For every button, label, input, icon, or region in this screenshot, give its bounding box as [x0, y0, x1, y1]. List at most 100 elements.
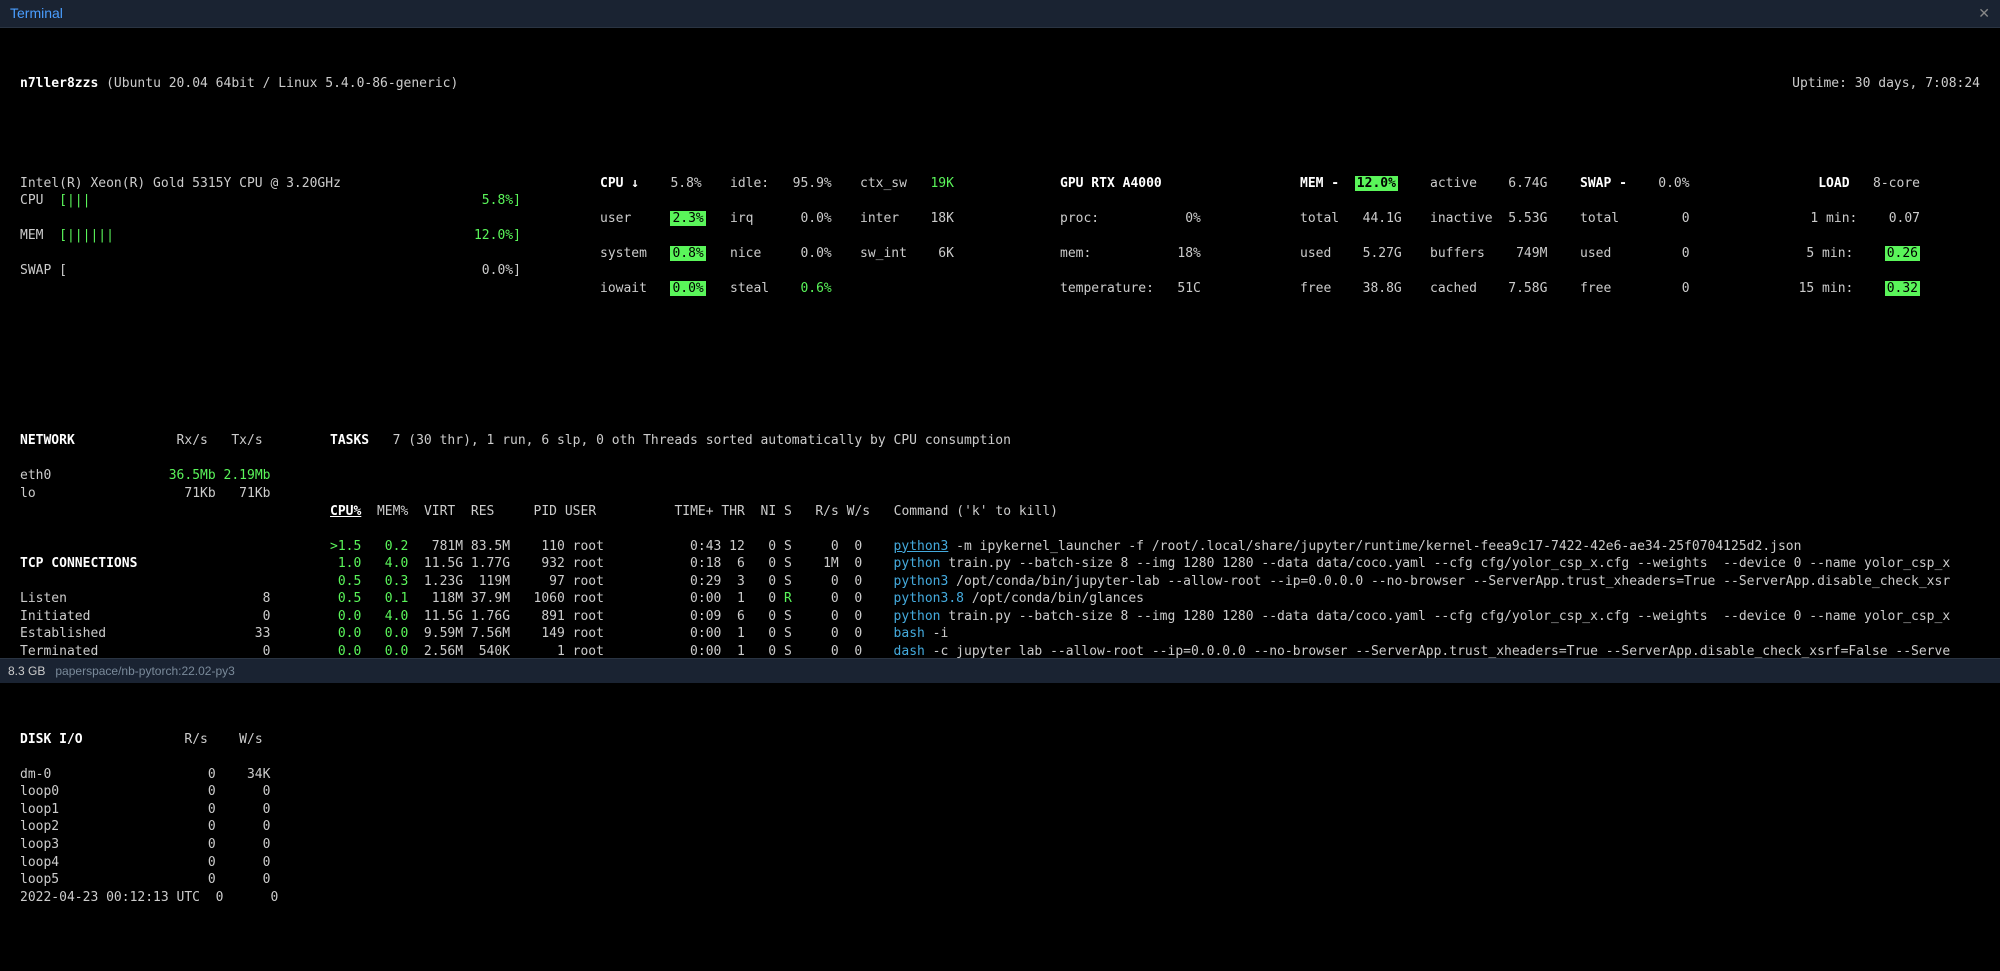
disk-r-h: R/s — [184, 732, 207, 747]
disk-w-h: W/s — [239, 732, 262, 747]
steal-v: 0.6% — [800, 281, 831, 296]
cpu-bar-val: 5.8%] — [482, 193, 521, 208]
swap-total-v: 0 — [1682, 211, 1690, 226]
col-time[interactable]: TIME+ — [674, 504, 713, 519]
load-header: LOAD — [1818, 176, 1849, 191]
col-res[interactable]: RES — [471, 504, 494, 519]
swap-free-v: 0 — [1682, 281, 1690, 296]
disk-row: loop2 0 0 — [20, 818, 330, 836]
swap-pct: 0.0% — [1658, 176, 1689, 191]
col-ws[interactable]: W/s — [847, 504, 870, 519]
hostname: n7ller8zzs — [20, 76, 98, 91]
status-size: 8.3 GB — [8, 664, 45, 678]
system-l: system — [600, 246, 647, 261]
nice-l: nice — [730, 246, 761, 261]
tcp-row: Listen 8 — [20, 590, 330, 608]
mem-total-v: 44.1G — [1363, 211, 1402, 226]
mem-cached-v: 7.58G — [1508, 281, 1547, 296]
gpu-mem-v: 18% — [1177, 246, 1200, 261]
col-user[interactable]: USER — [565, 504, 596, 519]
swint-l: sw_int — [860, 246, 907, 261]
network-row: eth0 36.5Mb 2.19Mb — [20, 467, 330, 485]
gpu-proc-l: proc: — [1060, 211, 1099, 226]
swint-v: 6K — [938, 246, 954, 261]
terminal-titlebar: Terminal ✕ — [0, 0, 2000, 28]
load-1-v: 0.07 — [1889, 211, 1920, 226]
idle-v: 95.9% — [793, 176, 832, 191]
tasks-header: TASKS — [330, 433, 369, 448]
swap-bar-label: SWAP — [20, 263, 51, 278]
task-row[interactable]: 0.5 0.3 1.23G 119M 97 root 0:29 3 0 S 0 … — [330, 573, 1970, 591]
nice-v: 0.0% — [800, 246, 831, 261]
swap-header: SWAP - — [1580, 176, 1627, 191]
swap-bar: [ — [59, 263, 67, 278]
inter-l: inter — [860, 211, 899, 226]
mem-header: MEM - — [1300, 176, 1339, 191]
host-desc: (Ubuntu 20.04 64bit / Linux 5.4.0-86-gen… — [106, 76, 458, 91]
disk-row: loop1 0 0 — [20, 801, 330, 819]
swap-used-l: used — [1580, 246, 1611, 261]
ctx-v: 19K — [930, 176, 953, 191]
mem-buffers-v: 749M — [1516, 246, 1547, 261]
col-rs[interactable]: R/s — [815, 504, 838, 519]
col-mem[interactable]: MEM% — [377, 504, 408, 519]
cpu-header: CPU ↓ — [600, 176, 639, 191]
disk-row: dm-0 0 34K — [20, 766, 330, 784]
mem-active-v: 6.74G — [1508, 176, 1547, 191]
task-row[interactable]: 0.0 0.0 9.59M 7.56M 149 root 0:00 1 0 S … — [330, 625, 1970, 643]
terminal-body[interactable]: n7ller8zzs (Ubuntu 20.04 64bit / Linux 5… — [0, 28, 2000, 971]
disk-row: loop5 0 0 — [20, 871, 330, 889]
network-row: lo 71Kb 71Kb — [20, 485, 330, 503]
status-bar: 8.3 GB paperspace/nb-pytorch:22.02-py3 — [0, 658, 2000, 683]
col-cpu[interactable]: CPU% — [330, 504, 361, 519]
disk-row: loop0 0 0 — [20, 783, 330, 801]
tx-h: Tx/s — [231, 433, 262, 448]
gpu-temp-l: temperature: — [1060, 281, 1154, 296]
tasks-summary: 7 (30 thr), 1 run, 6 slp, 0 oth Threads … — [393, 433, 1011, 448]
col-pid[interactable]: PID — [534, 504, 557, 519]
gpu-proc-v: 0% — [1185, 211, 1201, 226]
col-s[interactable]: S — [784, 504, 792, 519]
task-row[interactable]: 1.0 4.0 11.5G 1.77G 932 root 0:18 6 0 S … — [330, 555, 1970, 573]
task-row[interactable]: 0.5 0.1 118M 37.9M 1060 root 0:00 1 0 R … — [330, 590, 1970, 608]
irq-l: irq — [730, 211, 753, 226]
load-core: 8-core — [1873, 176, 1920, 191]
swap-free-l: free — [1580, 281, 1611, 296]
mem-bar-val: 12.0%] — [474, 228, 521, 243]
cpu-total: 5.8% — [670, 176, 701, 191]
mem-bar-label: MEM — [20, 228, 43, 243]
top-stats: Intel(R) Xeon(R) Gold 5315Y CPU @ 3.20GH… — [20, 157, 1980, 315]
task-row[interactable]: 0.0 4.0 11.5G 1.76G 891 root 0:09 6 0 S … — [330, 608, 1970, 626]
swap-used-v: 0 — [1682, 246, 1690, 261]
col-thr[interactable]: THR — [721, 504, 744, 519]
mem-inactive-l: inactive — [1430, 211, 1493, 226]
disk-header: DISK I/O — [20, 732, 83, 747]
mem-buffers-l: buffers — [1430, 246, 1485, 261]
mem-used-l: used — [1300, 246, 1331, 261]
col-cmd[interactable]: Command ('k' to kill) — [894, 504, 1058, 519]
swap-total-l: total — [1580, 211, 1619, 226]
status-image: paperspace/nb-pytorch:22.02-py3 — [55, 664, 234, 678]
system-v: 0.8% — [670, 246, 705, 261]
mem-inactive-v: 5.53G — [1508, 211, 1547, 226]
gpu-header: GPU RTX A4000 — [1060, 176, 1162, 191]
mem-free-v: 38.8G — [1363, 281, 1402, 296]
cpu-bar-label: CPU — [20, 193, 43, 208]
swap-bar-val: 0.0%] — [482, 263, 521, 278]
task-row[interactable]: >1.5 0.2 781M 83.5M 110 root 0:43 12 0 S… — [330, 538, 1970, 556]
col-virt[interactable]: VIRT — [424, 504, 455, 519]
host-line: n7ller8zzs (Ubuntu 20.04 64bit / Linux 5… — [20, 75, 1980, 93]
mem-total-l: total — [1300, 211, 1339, 226]
tcp-header: TCP CONNECTIONS — [20, 556, 137, 571]
cpu-model: Intel(R) Xeon(R) Gold 5315Y CPU @ 3.20GH… — [20, 176, 341, 191]
tcp-row: Initiated 0 — [20, 608, 330, 626]
load-5-v: 0.26 — [1885, 246, 1920, 261]
cpu-bar: [||| — [59, 193, 90, 208]
gpu-temp-v: 51C — [1177, 281, 1200, 296]
rx-h: Rx/s — [177, 433, 208, 448]
user-l: user — [600, 211, 631, 226]
close-icon[interactable]: ✕ — [1978, 4, 1990, 23]
steal-l: steal — [730, 281, 769, 296]
network-header: NETWORK — [20, 433, 75, 448]
col-ni[interactable]: NI — [761, 504, 777, 519]
